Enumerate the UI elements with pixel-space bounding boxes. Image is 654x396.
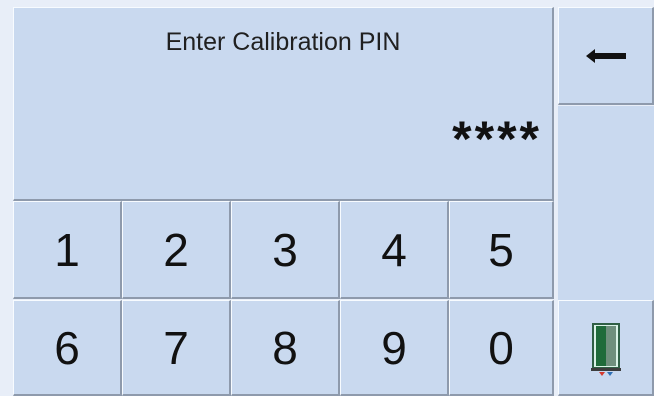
key-1[interactable]: 1: [13, 201, 122, 299]
key-4-label: 4: [381, 223, 407, 276]
right-side-panel: [558, 106, 654, 300]
key-0[interactable]: 0: [449, 300, 554, 396]
key-7-label: 7: [163, 321, 189, 374]
key-3-label: 3: [272, 223, 298, 276]
key-9-label: 9: [381, 321, 407, 374]
key-9[interactable]: 9: [340, 300, 449, 396]
key-1-label: 1: [54, 223, 80, 276]
exit-button[interactable]: [558, 300, 654, 396]
key-8-label: 8: [272, 321, 298, 374]
key-4[interactable]: 4: [340, 201, 449, 299]
pin-display: Enter Calibration PIN ****: [13, 7, 554, 201]
key-2-label: 2: [163, 223, 189, 276]
backspace-button[interactable]: [558, 7, 654, 105]
key-8[interactable]: 8: [231, 300, 340, 396]
key-2[interactable]: 2: [122, 201, 231, 299]
key-0-label: 0: [488, 321, 514, 374]
backspace-arrow-icon: [585, 48, 626, 63]
key-3[interactable]: 3: [231, 201, 340, 299]
key-6-label: 6: [54, 321, 80, 374]
key-7[interactable]: 7: [122, 300, 231, 396]
key-6[interactable]: 6: [13, 300, 122, 396]
exit-door-icon: [590, 322, 621, 376]
pin-prompt: Enter Calibration PIN: [165, 28, 401, 56]
key-5-label: 5: [488, 223, 514, 276]
key-5[interactable]: 5: [449, 201, 554, 299]
pin-entry-mask: ****: [452, 111, 542, 167]
